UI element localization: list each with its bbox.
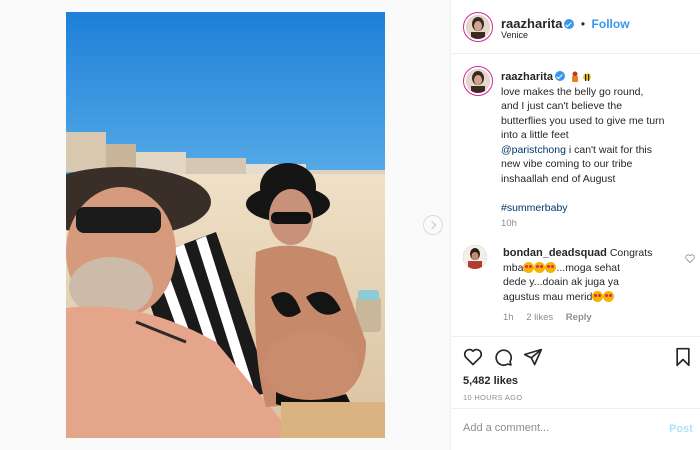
post-side-panel: raazharita • Follow Venice raazharita lo… — [450, 0, 700, 450]
avatar[interactable] — [466, 15, 490, 39]
comment-timestamp: 1h — [503, 312, 514, 323]
comment-line: agustus mau merid — [503, 290, 593, 303]
caption-line: inshaallah end of August — [501, 172, 616, 185]
avatar-image — [466, 15, 490, 39]
caption-username[interactable]: raazharita — [501, 71, 553, 83]
follow-button[interactable]: Follow — [592, 17, 630, 31]
avatar-image — [463, 245, 487, 269]
carousel-dots — [66, 430, 385, 438]
post-comment-button[interactable]: Post — [669, 423, 693, 435]
comment-icon[interactable] — [493, 347, 513, 367]
post-photo[interactable] — [66, 12, 385, 438]
avatar[interactable] — [466, 69, 490, 93]
caption-line: into a little feet — [501, 129, 569, 141]
caption-line: and I just can't believe the — [501, 100, 623, 112]
hashtag-link[interactable]: #summerbaby — [501, 202, 568, 214]
heart-eyes-emoji-icon — [592, 290, 604, 302]
comment-meta: 1h 2 likes Reply — [503, 312, 602, 323]
add-comment-bar: Post — [451, 408, 700, 450]
caption-line: love makes the belly go round, — [501, 85, 644, 98]
next-slide-button[interactable] — [423, 215, 443, 235]
comment-line: ...moga sehat — [556, 261, 621, 274]
mention-link[interactable]: @paristchong — [501, 144, 566, 156]
reply-button[interactable]: Reply — [566, 312, 592, 323]
gingerbread-emoji-icon — [571, 71, 578, 82]
avatar-image — [466, 69, 490, 93]
caption-line: butterflies you used to give me turn — [501, 114, 665, 127]
comment-line: Congrats — [609, 247, 653, 259]
likes-count[interactable]: 5,482 likes — [463, 375, 518, 387]
heart-eyes-emoji-icon — [534, 261, 546, 273]
heart-icon[interactable] — [463, 347, 483, 367]
bee-emoji-icon — [582, 73, 591, 81]
verified-badge-icon — [564, 19, 575, 29]
caption-line: new vibe coming to our tribe — [501, 158, 633, 170]
comment-line: mba — [503, 261, 524, 274]
heart-eyes-emoji-icon — [523, 261, 535, 273]
caption-timestamp: 10h — [501, 218, 517, 229]
caption-text: raazharita love makes the belly go round… — [501, 70, 693, 215]
post-timestamp: 10 HOURS AGO — [463, 393, 523, 402]
post-actions: 5,482 likes 10 HOURS AGO — [451, 336, 700, 408]
comment-likes-link[interactable]: 2 likes — [526, 312, 553, 323]
post-header: raazharita • Follow Venice — [451, 0, 700, 54]
caption-line: i can't wait for this — [565, 143, 652, 156]
instagram-post: raazharita • Follow Venice raazharita lo… — [0, 0, 700, 450]
like-comment-heart-icon[interactable] — [685, 254, 695, 263]
avatar[interactable] — [463, 245, 487, 269]
comment-line: dede y...doain ak juga ya — [503, 276, 619, 288]
location-link[interactable]: Venice — [501, 30, 528, 40]
comment-username[interactable]: bondan_deadsquad — [503, 247, 607, 259]
heart-eyes-emoji-icon — [545, 261, 557, 273]
comment-text: bondan_deadsquad Congrats mba ...moga seh… — [503, 246, 678, 304]
verified-badge-icon — [554, 71, 565, 81]
header-username[interactable]: raazharita — [501, 16, 562, 31]
beach-photo-image — [66, 12, 385, 438]
heart-eyes-emoji-icon — [603, 290, 615, 302]
share-icon[interactable] — [523, 347, 543, 367]
separator-dot: • — [580, 17, 586, 31]
bookmark-icon[interactable] — [673, 347, 693, 367]
comment-input[interactable] — [463, 422, 653, 434]
